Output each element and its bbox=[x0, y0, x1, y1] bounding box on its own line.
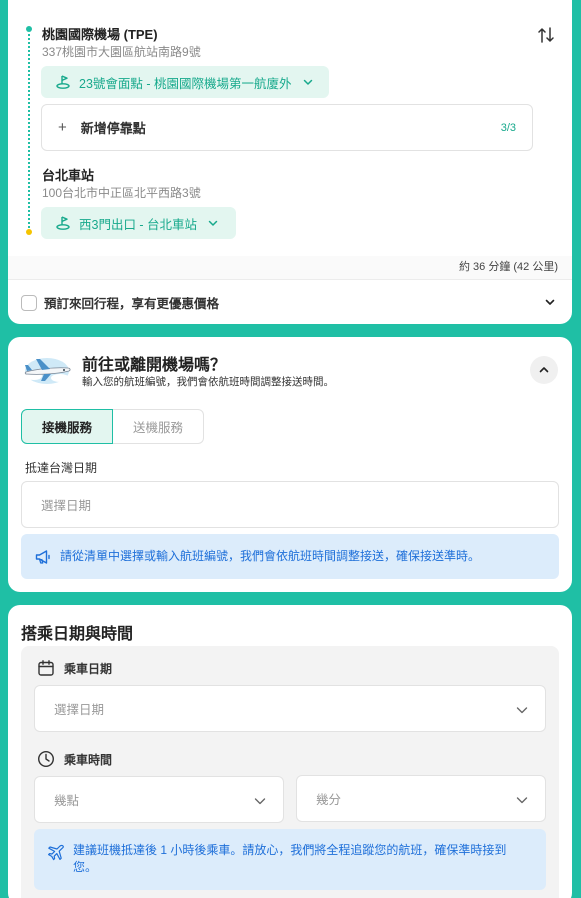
arrival-date-label: 抵達台灣日期 bbox=[25, 461, 98, 475]
destination-pickup-point-label: 西3門出口 - 台北車站 bbox=[79, 217, 198, 232]
clock-icon bbox=[37, 750, 55, 768]
pickup-point-icon bbox=[56, 216, 70, 230]
hour-select[interactable]: 幾點 bbox=[34, 776, 284, 823]
origin-pickup-point-select[interactable]: 23號會面點 - 桃園國際機場第一航廈外 bbox=[41, 66, 329, 98]
chevron-down-icon[interactable] bbox=[544, 296, 556, 308]
divider bbox=[8, 279, 572, 280]
route-line bbox=[28, 34, 30, 228]
tab-pickup-service[interactable]: 接機服務 bbox=[21, 409, 113, 444]
round-trip-checkbox[interactable] bbox=[21, 294, 37, 311]
origin-pickup-point-label: 23號會面點 - 桃園國際機場第一航廈外 bbox=[79, 76, 292, 91]
trip-eta: 約 36 分鐘 (42 公里) bbox=[8, 256, 572, 280]
arrival-date-placeholder: 選擇日期 bbox=[41, 499, 92, 513]
destination-dot bbox=[26, 229, 32, 235]
airplane-illustration bbox=[24, 358, 71, 384]
megaphone-icon bbox=[35, 549, 50, 564]
route-card: 桃園國際機場 (TPE) 337桃園市大園區航站南路9號 23號會面點 - 桃園… bbox=[8, 0, 572, 324]
collapse-button[interactable] bbox=[530, 356, 558, 384]
pickup-point-icon bbox=[56, 75, 70, 89]
ride-date-select[interactable]: 選擇日期 bbox=[34, 685, 546, 732]
stop-count: 3/3 bbox=[500, 121, 516, 134]
chevron-down-icon bbox=[303, 79, 312, 85]
minute-placeholder: 幾分 bbox=[316, 793, 342, 807]
destination-pickup-point-select[interactable]: 西3門出口 - 台北車站 bbox=[41, 207, 236, 239]
ride-section-title: 搭乘日期與時間 bbox=[21, 626, 134, 643]
origin-name: 桃園國際機場 (TPE) bbox=[42, 27, 158, 42]
ride-panel: 乘車日期 選擇日期 乘車時間 幾點 幾分 建議班機抵達後 1 小時後乘車。請放心… bbox=[21, 646, 559, 898]
ride-time-card: 搭乘日期與時間 乘車日期 選擇日期 乘車時間 幾點 幾分 建議班機抵達後 1 小… bbox=[8, 605, 572, 898]
round-trip-toggle[interactable]: 預訂來回行程，享有更優惠價格 bbox=[21, 293, 219, 312]
destination-address: 100台北市中正區北平西路3號 bbox=[42, 186, 201, 200]
swap-vertical-icon[interactable] bbox=[538, 26, 554, 44]
ride-info-banner: 建議班機抵達後 1 小時後乘車。請放心，我們將全程追蹤您的航班，確保準時接到您。 bbox=[34, 829, 546, 890]
origin-address: 337桃園市大園區航站南路9號 bbox=[42, 45, 201, 59]
service-type-tabs: 接機服務 送機服務 bbox=[21, 409, 204, 444]
round-trip-label: 預訂來回行程，享有更優惠價格 bbox=[44, 297, 220, 311]
origin-dot bbox=[26, 26, 32, 32]
add-stop-label: 新增停靠點 bbox=[80, 121, 146, 136]
calendar-icon bbox=[38, 660, 54, 676]
add-stop-button[interactable]: + 新增停靠點 3/3 bbox=[41, 104, 533, 151]
flight-subtitle: 輸入您的航班編號，我們會依航班時間調整接送時間。 bbox=[82, 376, 334, 388]
hour-placeholder: 幾點 bbox=[54, 794, 80, 808]
ride-time-heading: 乘車時間 bbox=[37, 750, 112, 768]
chevron-up-icon bbox=[539, 367, 549, 373]
chevron-down-icon bbox=[254, 798, 266, 805]
ride-date-heading: 乘車日期 bbox=[37, 659, 112, 677]
airplane-icon bbox=[48, 844, 64, 861]
flight-info-banner: 請從清單中選擇或輸入航班編號，我們會依航班時間調整接送，確保接送準時。 bbox=[21, 534, 559, 579]
flight-card: 前往或離開機場嗎？ 輸入您的航班編號，我們會依航班時間調整接送時間。 接機服務 … bbox=[8, 337, 572, 592]
ride-date-placeholder: 選擇日期 bbox=[54, 703, 105, 717]
chevron-down-icon bbox=[516, 707, 528, 714]
tab-dropoff-service[interactable]: 送機服務 bbox=[113, 409, 204, 444]
arrival-date-input[interactable]: 選擇日期 bbox=[21, 481, 559, 528]
ride-time-label: 乘車時間 bbox=[64, 752, 113, 767]
ride-date-label: 乘車日期 bbox=[64, 661, 113, 676]
flight-info-text: 請從清單中選擇或輸入航班編號，我們會依航班時間調整接送，確保接送準時。 bbox=[60, 549, 481, 563]
chevron-down-icon bbox=[516, 797, 528, 804]
ride-info-text: 建議班機抵達後 1 小時後乘車。請放心，我們將全程追蹤您的航班，確保準時接到您。 bbox=[73, 843, 507, 874]
flight-title: 前往或離開機場嗎？ bbox=[82, 357, 227, 374]
plus-icon: + bbox=[58, 119, 67, 136]
chevron-down-icon bbox=[208, 220, 218, 226]
minute-select[interactable]: 幾分 bbox=[296, 775, 546, 822]
destination-name: 台北車站 bbox=[42, 168, 95, 183]
